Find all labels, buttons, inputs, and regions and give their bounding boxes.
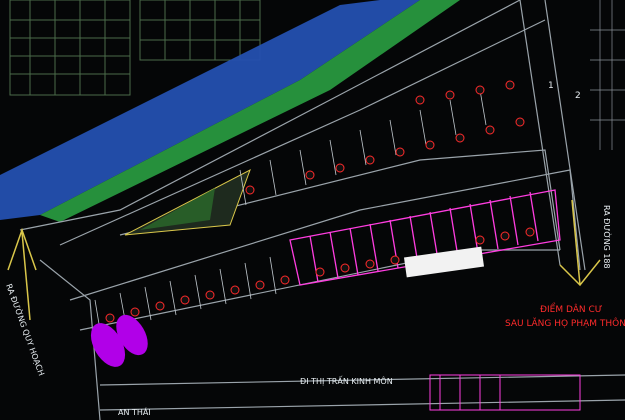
- arrow-down-icon: [559, 199, 601, 287]
- label-sau-lang: SAU LĂNG HỌ PHẠM THÔN: [505, 317, 625, 329]
- label-road-quy-hoach: RA ĐƯỜNG QUY HOẠCH: [3, 282, 48, 378]
- label-an-thai: AN THÁI: [118, 406, 151, 417]
- callout-1: 1: [548, 81, 554, 91]
- bottom-structure: [429, 374, 581, 411]
- cad-drawing-canvas[interactable]: RA ĐƯỜNG QUY HOẠCH RA ĐƯỜNG 188 ĐI THỊ T…: [0, 0, 625, 420]
- right-grid: [590, 0, 625, 150]
- label-road-kinh-mon: ĐI THỊ TRẤN KINH MÔN: [300, 375, 393, 387]
- label-diem-dan-cu: ĐIỂM DÂN CƯ: [540, 302, 603, 315]
- callout-2: 2: [575, 91, 581, 101]
- river-area: [0, 0, 420, 220]
- site-plan-svg: RA ĐƯỜNG QUY HOẠCH RA ĐƯỜNG 188 ĐI THỊ T…: [0, 0, 625, 420]
- label-road-188: RA ĐƯỜNG 188: [602, 205, 613, 269]
